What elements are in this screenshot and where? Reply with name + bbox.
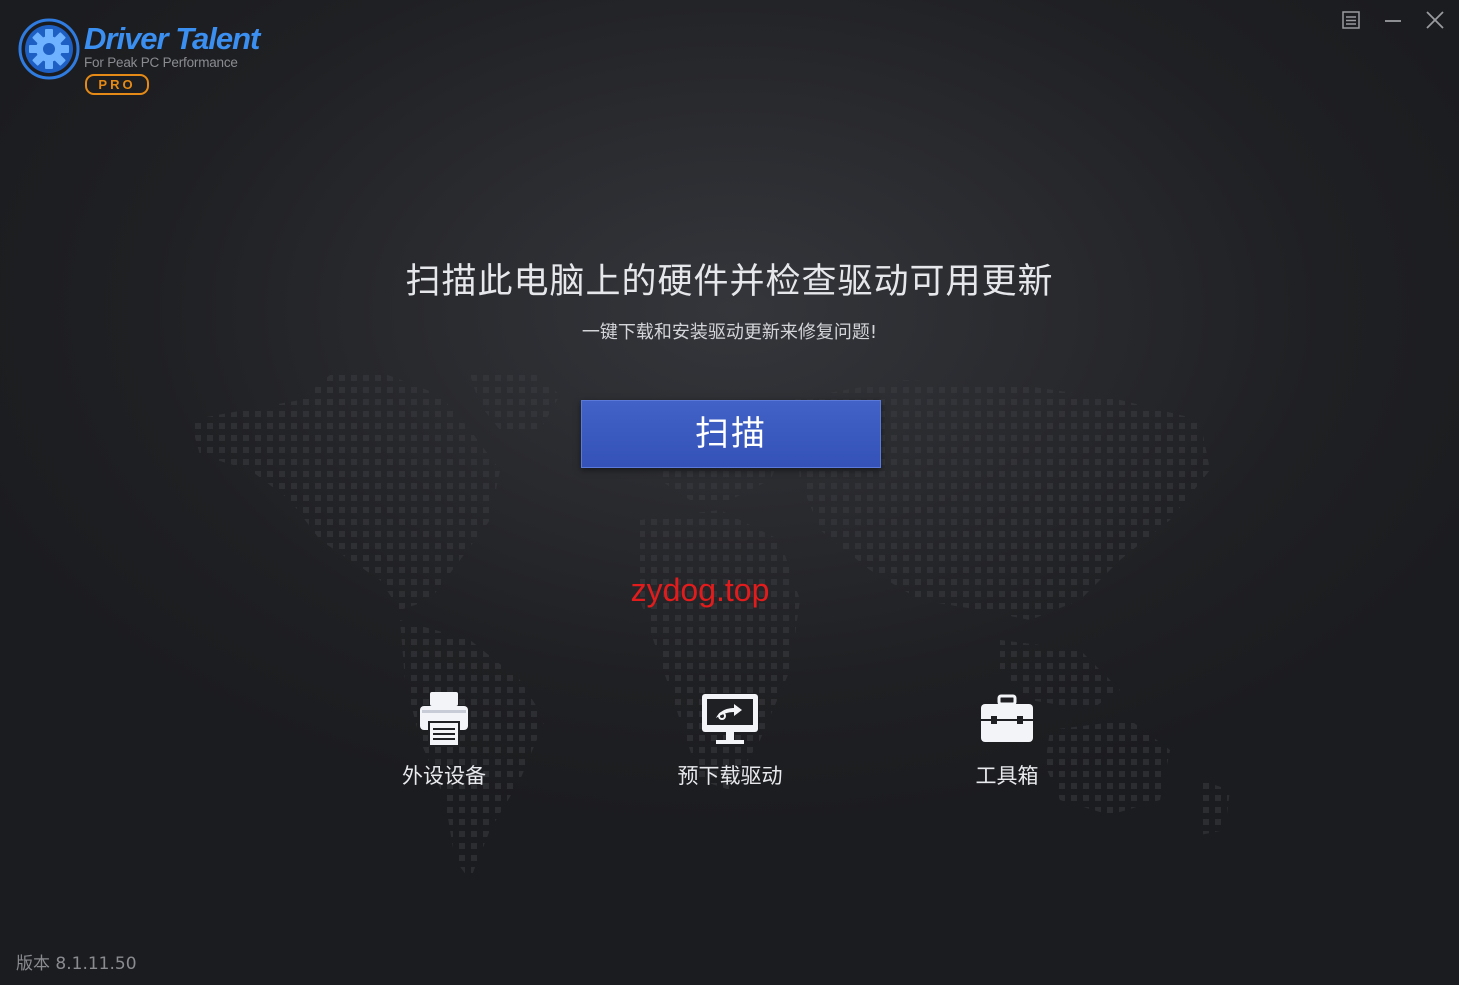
feature-label: 预下载驱动 xyxy=(677,764,783,788)
gear-logo-icon xyxy=(18,18,80,80)
menu-icon xyxy=(1342,11,1360,29)
page-subtitle: 一键下载和安装驱动更新来修复问题! xyxy=(581,322,878,343)
minimize-icon xyxy=(1385,20,1401,22)
window-controls xyxy=(1333,6,1453,34)
app-window: Driver Talent For Peak PC Performance PR… xyxy=(0,0,1459,985)
feature-label: 工具箱 xyxy=(975,764,1039,788)
close-button[interactable] xyxy=(1417,6,1453,34)
monitor-download-icon xyxy=(702,694,758,744)
watermark-text: zydog.top xyxy=(630,572,770,608)
scan-button[interactable]: 扫描 xyxy=(581,400,881,468)
app-tagline: For Peak PC Performance xyxy=(84,55,238,70)
feature-label: 外设设备 xyxy=(402,764,486,788)
feature-toolbox[interactable]: 工具箱 xyxy=(917,686,1097,790)
app-name: Driver Talent xyxy=(84,21,260,56)
app-logo: Driver Talent For Peak PC Performance PR… xyxy=(18,16,268,96)
menu-button[interactable] xyxy=(1333,6,1369,34)
version-label: 版本 8.1.11.50 xyxy=(16,954,137,974)
minimize-button[interactable] xyxy=(1375,6,1411,34)
toolbox-icon xyxy=(981,694,1033,742)
close-icon xyxy=(1426,11,1444,29)
printer-icon xyxy=(420,692,468,747)
world-map-background xyxy=(190,370,1230,880)
feature-predownload[interactable]: 预下载驱动 xyxy=(640,686,820,790)
edition-badge: PRO xyxy=(85,74,149,95)
feature-peripherals[interactable]: 外设设备 xyxy=(354,686,534,790)
page-title: 扫描此电脑上的硬件并检查驱动可用更新 xyxy=(405,262,1054,302)
